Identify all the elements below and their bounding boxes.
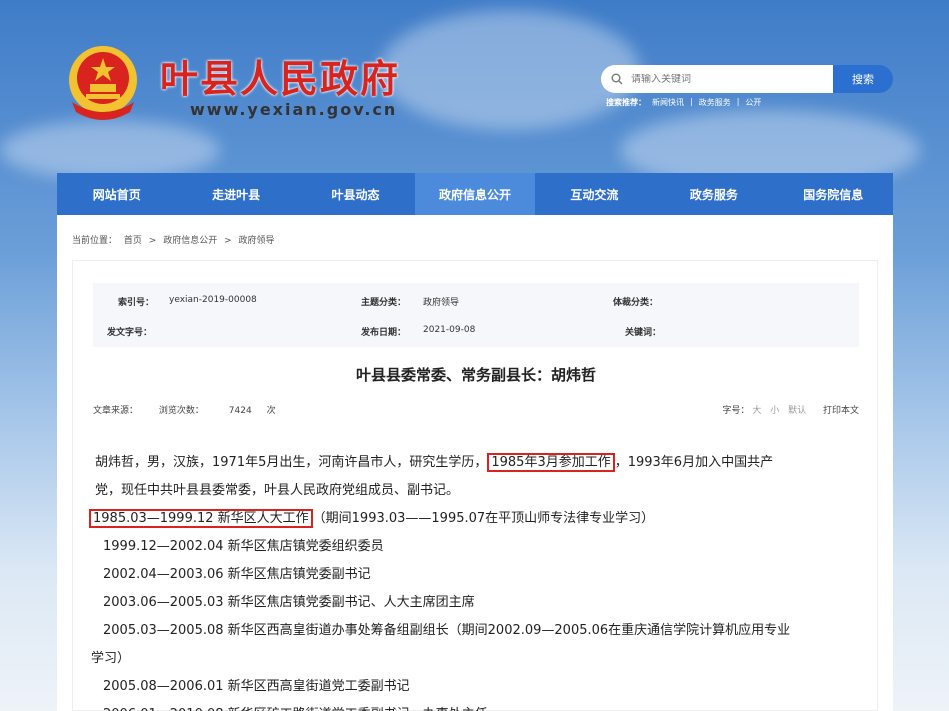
breadcrumb-separator: >: [224, 236, 232, 246]
highlight-box: 1985.03—1999.12 新华区人大工作: [89, 509, 313, 528]
views-label: 浏览次数：: [158, 406, 204, 416]
nav-item-news[interactable]: 叶县动态: [296, 173, 415, 215]
body-line: 党，现任中共叶县县委常委，叶县人民政府党组成员、副书记。: [95, 483, 460, 498]
breadcrumb-current[interactable]: 政府领导: [239, 236, 275, 246]
meta-index-value: yexian-2019-00008: [169, 295, 257, 305]
body-text-segment: （期间1993.03——1995.07在平顶山师专法律专业学习）: [312, 511, 655, 526]
meta-index-label: 索引号：: [118, 298, 155, 308]
site-title[interactable]: 叶县人民政府: [160, 48, 400, 103]
body-text-segment: ，1993年6月加入中国共产: [614, 455, 774, 470]
hot-words-label: 搜索推荐：: [606, 98, 646, 107]
nav-item-gov-info[interactable]: 政府信息公开: [415, 173, 535, 215]
meta-docno-label: 发文字号：: [107, 328, 153, 338]
article-title: 叶县县委常委、常务副县长：胡炜哲: [355, 366, 596, 384]
breadcrumb-link[interactable]: 政府信息公开: [163, 236, 217, 246]
body-line: 2005.03—2005.08 新华区西高皇街道办事处筹备组副组长（期间2002…: [103, 623, 791, 638]
body-line: 1999.12—2002.04 新华区焦店镇党委组织委员: [103, 539, 384, 554]
nav-item-about[interactable]: 走进叶县: [176, 173, 295, 215]
meta-topic-value: 政府领导: [423, 298, 460, 308]
hot-word-link[interactable]: 新闻快讯: [652, 97, 684, 108]
meta-keywords-label: 关键词：: [625, 328, 662, 338]
body-line: 2005.08—2006.01 新华区西高皇街道党工委副书记: [103, 679, 410, 694]
national-emblem-icon: [69, 46, 137, 120]
body-line: 2002.04—2003.06 新华区焦店镇党委副书记: [103, 567, 371, 582]
nav-item-state-council[interactable]: 国务院信息: [774, 173, 893, 215]
search-box[interactable]: [601, 65, 833, 93]
body-line: 2006.01—2010.08 新华区矿工路街道党工委副书记、办事处主任: [103, 701, 488, 711]
views-unit: 次: [266, 406, 276, 416]
hot-words: 搜索推荐： 新闻快讯 | 政务服务 | 公开: [606, 97, 762, 108]
article: 索引号： yexian-2019-00008 主题分类： 政府领导 体裁分类： …: [72, 260, 878, 711]
source-label: 文章来源：: [93, 406, 139, 416]
nav-item-home[interactable]: 网站首页: [57, 173, 176, 215]
search-input[interactable]: [631, 73, 811, 85]
breadcrumb-link[interactable]: 首页: [124, 236, 142, 246]
main-nav: 网站首页 走进叶县 叶县动态 政府信息公开 互动交流 政务服务 国务院信息: [57, 173, 893, 215]
font-large-button[interactable]: 大: [752, 406, 761, 416]
hot-word-link[interactable]: 政务服务: [699, 97, 731, 108]
search-button[interactable]: 搜索: [833, 65, 893, 93]
body-text-segment: 胡炜哲，男，汉族，1971年5月出生，河南许昌市人，研究生学历，: [95, 455, 488, 470]
body-line: 2003.06—2005.03 新华区焦店镇党委副书记、人大主席团主席: [103, 595, 475, 610]
nav-item-interaction[interactable]: 互动交流: [535, 173, 654, 215]
site-header: 叶县人民政府 www.yexian.gov.cn 搜索 搜索推荐： 新闻快讯 |…: [0, 0, 949, 170]
meta-date-label: 发布日期：: [361, 328, 407, 338]
content-page: 当前位置： 首页 > 政府信息公开 > 政府领导 索引号： yexian-201…: [57, 215, 893, 711]
meta-genre-label: 体裁分类：: [613, 298, 659, 308]
body-line: 学习）: [91, 651, 131, 666]
breadcrumb-label: 当前位置：: [72, 236, 118, 246]
breadcrumb: 当前位置： 首页 > 政府信息公开 > 政府领导: [72, 233, 279, 246]
meta-table: 索引号： yexian-2019-00008 主题分类： 政府领导 体裁分类： …: [93, 283, 859, 347]
meta-topic-label: 主题分类：: [361, 298, 407, 308]
font-size-label: 字号：: [722, 406, 750, 416]
article-info-row: 文章来源： 浏览次数： 7424 次 字号： 大 小 默认 打印本文: [93, 403, 859, 416]
nav-item-services[interactable]: 政务服务: [654, 173, 773, 215]
body-line: 1985.03—1999.12 新华区人大工作 （期间1993.03——1995.…: [89, 505, 654, 533]
font-small-button[interactable]: 小: [770, 406, 779, 416]
hot-word-link[interactable]: 公开: [745, 97, 761, 108]
search-icon: [611, 73, 623, 85]
highlight-box: 1985年3月参加工作: [487, 453, 615, 472]
print-button[interactable]: 打印本文: [823, 406, 859, 416]
meta-date-value: 2021-09-08: [423, 325, 476, 335]
breadcrumb-separator: >: [148, 236, 157, 246]
body-line: 胡炜哲，男，汉族，1971年5月出生，河南许昌市人，研究生学历， 1985年3月参…: [95, 449, 773, 477]
font-default-button[interactable]: 默认: [788, 406, 806, 416]
views-count: 7424: [228, 406, 252, 416]
site-url: www.yexian.gov.cn: [190, 100, 398, 119]
font-controls: 字号： 大 小 默认 打印本文: [722, 403, 859, 416]
